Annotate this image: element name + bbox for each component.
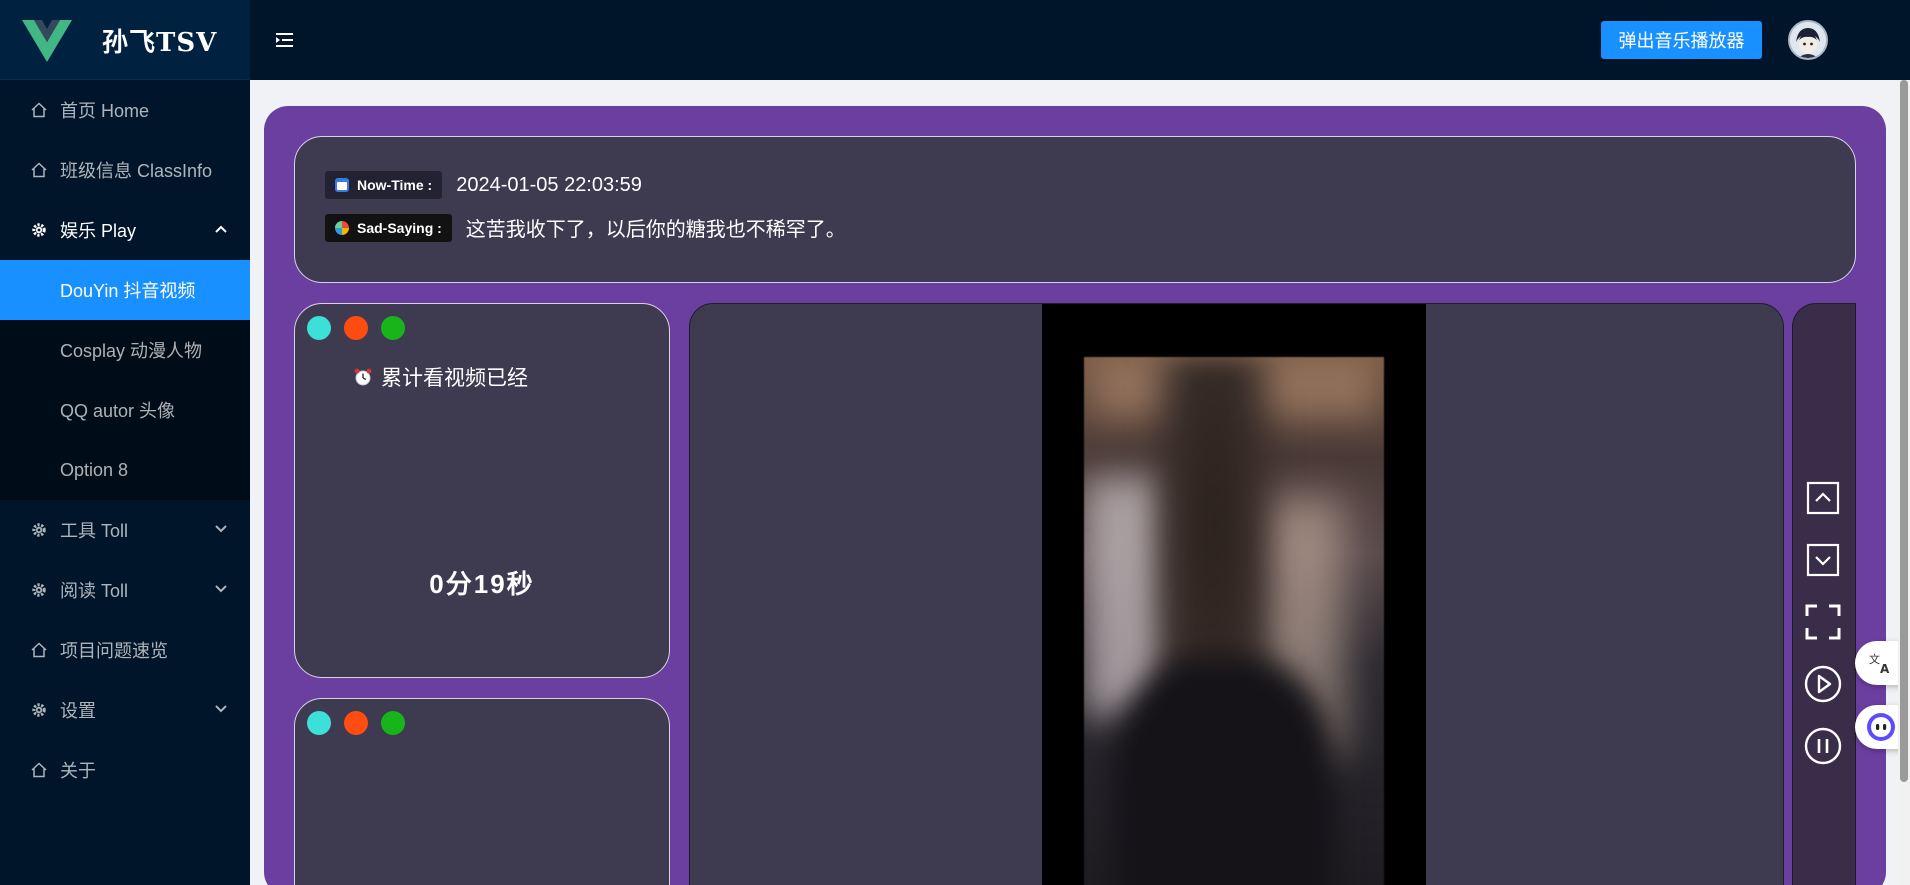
arrow-up-icon [1806, 481, 1840, 515]
watch-time-value: 0分19秒 [429, 569, 535, 599]
sidebar-item-home[interactable]: 首页 Home [0, 80, 250, 140]
sidebar: 孙飞TSV 首页 Home 班级信息 ClassInfo 娱乐 Play Dou… [0, 0, 250, 885]
dot-cyan [307, 711, 331, 735]
second-stat-card [294, 698, 670, 885]
home-icon [30, 101, 48, 119]
sidebar-item-label: 项目问题速览 [60, 641, 168, 661]
video-frame[interactable] [1084, 357, 1384, 885]
translate-icon: 文 A [1869, 652, 1890, 676]
dot-orange [344, 711, 368, 735]
video-controls-panel [1792, 303, 1856, 885]
prev-video-button[interactable] [1803, 478, 1843, 518]
dot-orange [344, 316, 368, 340]
sidebar-item-option-8[interactable]: Option 8 [0, 440, 250, 500]
sidebar-item-label: 首页 Home [60, 101, 150, 121]
sidebar-item-about[interactable]: 关于 [0, 740, 250, 800]
emoji-icon [335, 220, 349, 235]
now-time-badge: Now-Time : [325, 171, 443, 199]
sidebar-item-label: QQ autor 头像 [60, 401, 176, 421]
arrow-down-icon [1806, 543, 1840, 577]
sidebar-item-label: Option 8 [60, 459, 129, 480]
window-dots [307, 711, 405, 735]
gear-icon [30, 221, 48, 239]
fullscreen-icon [1805, 604, 1841, 640]
home-icon [30, 641, 48, 659]
video-letterbox [1042, 304, 1426, 885]
calendar-icon [335, 178, 349, 192]
watch-time-card: 累计看视频已经 0分19秒 [294, 303, 670, 678]
sidebar-item-cosplay[interactable]: Cosplay 动漫人物 [0, 320, 250, 380]
brand-title: 孙飞TSV [102, 28, 218, 58]
sidebar-item-label: 设置 [60, 701, 96, 721]
chevron-down-icon [215, 525, 227, 533]
play-icon [1804, 665, 1842, 703]
gear-icon [30, 581, 48, 599]
sad-saying-badge: Sad-Saying : [325, 213, 452, 242]
douyin-panel: Now-Time : 2024-01-05 22:03:59 Sad-Sayin… [264, 106, 1886, 885]
now-time-value: 2024-01-05 22:03:59 [456, 173, 642, 196]
sidebar-item-label: 班级信息 ClassInfo [60, 161, 213, 181]
sad-saying-value: 这苦我收下了，以后你的糖我也不稀罕了。 [465, 219, 846, 241]
sidebar-menu: 首页 Home 班级信息 ClassInfo 娱乐 Play DouYin 抖音… [0, 80, 250, 800]
sidebar-item-label: 阅读 Toll [60, 581, 129, 601]
vue-logo-icon [22, 20, 72, 62]
watch-time-title-text: 累计看视频已经 [381, 367, 528, 390]
sidebar-item-label: Cosplay 动漫人物 [60, 341, 203, 361]
gear-icon [30, 701, 48, 719]
sidebar-item-qq-avatar[interactable]: QQ autor 头像 [0, 380, 250, 440]
sidebar-item-settings[interactable]: 设置 [0, 680, 250, 740]
now-time-row: Now-Time : 2024-01-05 22:03:59 [325, 171, 642, 199]
sidebar-item-tools[interactable]: 工具 Toll [0, 500, 250, 560]
page-scrollbar[interactable] [1898, 80, 1910, 885]
chevron-down-icon [215, 705, 227, 713]
svg-text:A: A [1880, 662, 1890, 676]
sidebar-item-play[interactable]: 娱乐 Play [0, 200, 250, 260]
pause-button[interactable] [1803, 726, 1843, 766]
logo-bar: 孙飞TSV [0, 0, 250, 80]
fullscreen-button[interactable] [1803, 602, 1843, 642]
info-card: Now-Time : 2024-01-05 22:03:59 Sad-Sayin… [294, 136, 1856, 283]
pause-icon [1804, 727, 1842, 765]
main-content: Now-Time : 2024-01-05 22:03:59 Sad-Sayin… [250, 80, 1910, 885]
avatar[interactable] [1788, 20, 1828, 60]
sad-saying-label: Sad-Saying : [357, 219, 442, 236]
sidebar-item-issues[interactable]: 项目问题速览 [0, 620, 250, 680]
sidebar-item-label: 娱乐 Play [60, 221, 137, 241]
sad-saying-row: Sad-Saying : 这苦我收下了，以后你的糖我也不稀罕了。 [325, 213, 846, 242]
svg-text:文: 文 [1869, 652, 1880, 666]
user-avatar-icon [1790, 22, 1826, 58]
dot-green [381, 711, 405, 735]
next-video-button[interactable] [1803, 540, 1843, 580]
now-time-label: Now-Time : [357, 177, 433, 193]
sidebar-item-classinfo[interactable]: 班级信息 ClassInfo [0, 140, 250, 200]
home-icon [30, 761, 48, 779]
robot-icon [1867, 713, 1895, 741]
gear-icon [30, 521, 48, 539]
submenu-play: DouYin 抖音视频 Cosplay 动漫人物 QQ autor 头像 Opt… [0, 260, 250, 500]
sidebar-item-reading[interactable]: 阅读 Toll [0, 560, 250, 620]
watch-time-title: 累计看视频已经 [353, 362, 528, 392]
menu-fold-icon[interactable] [274, 28, 296, 52]
popup-music-player-button[interactable]: 弹出音乐播放器 [1601, 21, 1762, 59]
chevron-down-icon [215, 585, 227, 593]
dot-cyan [307, 316, 331, 340]
dot-green [381, 316, 405, 340]
video-player[interactable] [689, 303, 1784, 885]
play-button[interactable] [1803, 664, 1843, 704]
sidebar-item-label: 工具 Toll [60, 521, 129, 541]
sidebar-item-label: 关于 [60, 761, 96, 781]
scrollbar-thumb[interactable] [1900, 80, 1908, 782]
top-header: 弹出音乐播放器 [250, 0, 1910, 80]
chevron-up-icon [215, 225, 227, 233]
home-icon [30, 161, 48, 179]
alarm-clock-icon [354, 368, 372, 386]
sidebar-item-label: DouYin 抖音视频 [60, 281, 196, 301]
sidebar-item-douyin[interactable]: DouYin 抖音视频 [0, 260, 250, 320]
window-dots [307, 316, 405, 340]
